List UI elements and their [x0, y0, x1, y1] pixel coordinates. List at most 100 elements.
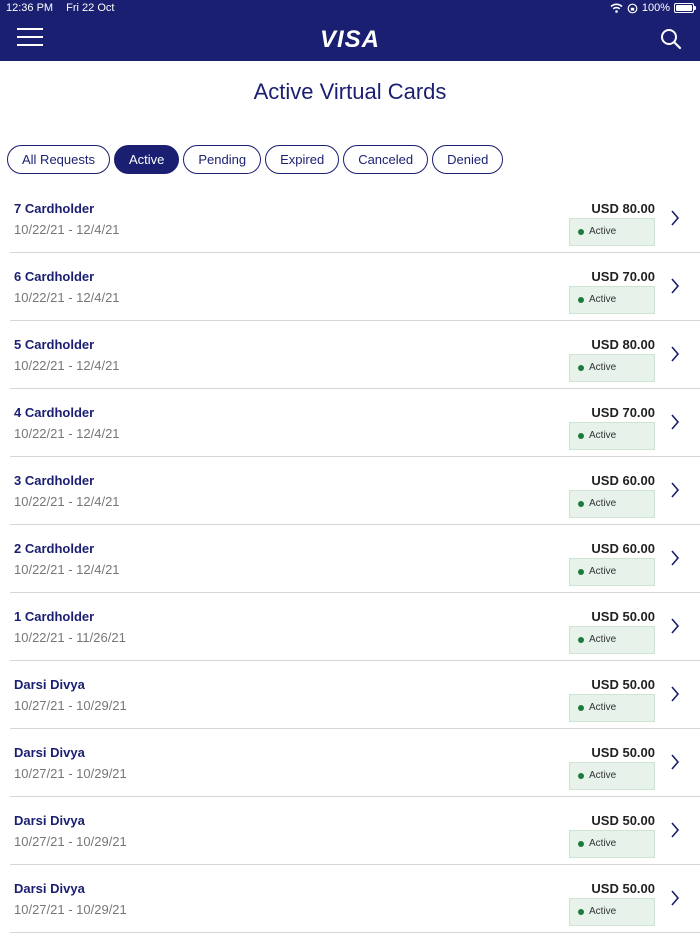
- card-amount: USD 50.00: [591, 609, 655, 624]
- virtual-card-list: 7 Cardholder 10/22/21 - 12/4/21 USD 80.00 A…: [0, 185, 700, 933]
- status-badge: Active: [569, 626, 655, 654]
- status-dot-icon: [578, 841, 584, 847]
- filter-expired[interactable]: Expired: [265, 145, 340, 174]
- cardholder-name: 5 Cardholder: [14, 337, 95, 352]
- status-dot-icon: [578, 637, 584, 643]
- cardholder-name: 6 Cardholder: [14, 269, 95, 284]
- chevron-right-icon[interactable]: [670, 278, 680, 294]
- cardholder-name: Darsi Divya: [14, 745, 85, 760]
- status-badge: Active: [569, 830, 655, 858]
- chevron-right-icon[interactable]: [670, 618, 680, 634]
- status-label: Active: [589, 430, 617, 441]
- chevron-right-icon[interactable]: [670, 346, 680, 362]
- status-label: Active: [589, 566, 617, 577]
- card-amount: USD 70.00: [591, 269, 655, 284]
- battery-percent: 100%: [641, 2, 670, 14]
- cardholder-name: 1 Cardholder: [14, 609, 95, 624]
- card-row[interactable]: 1 Cardholder 10/22/21 - 11/26/21 USD 50.00…: [10, 593, 700, 661]
- rotation-lock-icon: [627, 3, 638, 13]
- chevron-right-icon[interactable]: [670, 210, 680, 226]
- chevron-right-icon[interactable]: [670, 482, 680, 498]
- cardholder-name: 4 Cardholder: [14, 405, 95, 420]
- status-dot-icon: [578, 909, 584, 915]
- card-amount: USD 80.00: [591, 201, 655, 216]
- card-row[interactable]: 2 Cardholder 10/22/21 - 12/4/21 USD 60.00 A…: [10, 525, 700, 593]
- card-amount: USD 50.00: [591, 745, 655, 760]
- status-dot-icon: [578, 501, 584, 507]
- validity-dates: 10/22/21 - 12/4/21: [14, 426, 120, 441]
- cardholder-name: 2 Cardholder: [14, 541, 95, 556]
- card-amount: USD 50.00: [591, 881, 655, 896]
- status-dot-icon: [578, 773, 584, 779]
- filter-pending[interactable]: Pending: [183, 145, 262, 174]
- status-label: Active: [589, 498, 617, 509]
- card-amount: USD 60.00: [591, 473, 655, 488]
- status-badge: Active: [569, 694, 655, 722]
- visa-logo: VISA: [319, 26, 380, 53]
- validity-dates: 10/22/21 - 12/4/21: [14, 222, 120, 237]
- card-row[interactable]: 5 Cardholder 10/22/21 - 12/4/21 USD 80.00 A…: [10, 321, 700, 389]
- status-dot-icon: [578, 705, 584, 711]
- card-amount: USD 60.00: [591, 541, 655, 556]
- card-amount: USD 70.00: [591, 405, 655, 420]
- status-badge: Active: [569, 558, 655, 586]
- status-label: Active: [589, 906, 617, 917]
- status-label: Active: [589, 226, 617, 237]
- status-badge: Active: [569, 354, 655, 382]
- card-amount: USD 80.00: [591, 337, 655, 352]
- card-row[interactable]: 4 Cardholder 10/22/21 - 12/4/21 USD 70.00 A…: [10, 389, 700, 457]
- cardholder-name: Darsi Divya: [14, 813, 85, 828]
- filter-denied[interactable]: Denied: [432, 145, 504, 174]
- chevron-right-icon[interactable]: [670, 890, 680, 906]
- card-row[interactable]: Darsi Divya 10/27/21 - 10/29/21 USD 50.00 A…: [10, 797, 700, 865]
- status-label: Active: [589, 770, 617, 781]
- status-dot-icon: [578, 297, 584, 303]
- cardholder-name: Darsi Divya: [14, 881, 85, 896]
- chevron-right-icon[interactable]: [670, 414, 680, 430]
- wifi-icon: [610, 3, 623, 13]
- status-badge: Active: [569, 898, 655, 926]
- battery-icon: [674, 3, 696, 13]
- card-row[interactable]: Darsi Divya 10/27/21 - 10/29/21 USD 50.00 A…: [10, 865, 700, 933]
- status-label: Active: [589, 702, 617, 713]
- filter-all-requests[interactable]: All Requests: [7, 145, 110, 174]
- filter-canceled[interactable]: Canceled: [343, 145, 429, 174]
- validity-dates: 10/27/21 - 10/29/21: [14, 698, 127, 713]
- status-bar-right: 100%: [610, 2, 696, 14]
- status-filter-tabs: All Requests Active Pending Expired Canceled…: [7, 145, 504, 174]
- search-icon[interactable]: [660, 28, 682, 50]
- card-row[interactable]: 3 Cardholder 10/22/21 - 12/4/21 USD 60.00 A…: [10, 457, 700, 525]
- status-label: Active: [589, 838, 617, 849]
- card-amount: USD 50.00: [591, 813, 655, 828]
- card-amount: USD 50.00: [591, 677, 655, 692]
- filter-active[interactable]: Active: [113, 145, 180, 174]
- status-date: Fri 22 Oct: [66, 2, 115, 14]
- status-dot-icon: [578, 433, 584, 439]
- card-row[interactable]: Darsi Divya 10/27/21 - 10/29/21 USD 50.00 A…: [10, 729, 700, 797]
- validity-dates: 10/22/21 - 12/4/21: [14, 290, 120, 305]
- cardholder-name: Darsi Divya: [14, 677, 85, 692]
- status-time: 12:36 PM: [6, 2, 54, 14]
- status-dot-icon: [578, 229, 584, 235]
- status-label: Active: [589, 634, 617, 645]
- card-row[interactable]: Darsi Divya 10/27/21 - 10/29/21 USD 50.00 A…: [10, 661, 700, 729]
- status-dot-icon: [578, 365, 584, 371]
- status-dot-icon: [578, 569, 584, 575]
- validity-dates: 10/27/21 - 10/29/21: [14, 834, 127, 849]
- page-title: Active Virtual Cards: [253, 79, 447, 104]
- chevron-right-icon[interactable]: [670, 550, 680, 566]
- status-label: Active: [589, 362, 617, 373]
- validity-dates: 10/22/21 - 11/26/21: [14, 630, 126, 645]
- chevron-right-icon[interactable]: [670, 822, 680, 838]
- app-header: 12:36 PM Fri 22 Oct 100% VISA: [0, 0, 700, 61]
- card-row[interactable]: 6 Cardholder 10/22/21 - 12/4/21 USD 70.00 A…: [10, 253, 700, 321]
- chevron-right-icon[interactable]: [670, 754, 680, 770]
- status-label: Active: [589, 294, 617, 305]
- status-badge: Active: [569, 218, 655, 246]
- status-badge: Active: [569, 286, 655, 314]
- status-badge: Active: [569, 762, 655, 790]
- card-row[interactable]: 7 Cardholder 10/22/21 - 12/4/21 USD 80.00 A…: [10, 185, 700, 253]
- status-bar-left: 12:36 PM Fri 22 Oct: [6, 2, 114, 14]
- chevron-right-icon[interactable]: [670, 686, 680, 702]
- validity-dates: 10/27/21 - 10/29/21: [14, 902, 127, 917]
